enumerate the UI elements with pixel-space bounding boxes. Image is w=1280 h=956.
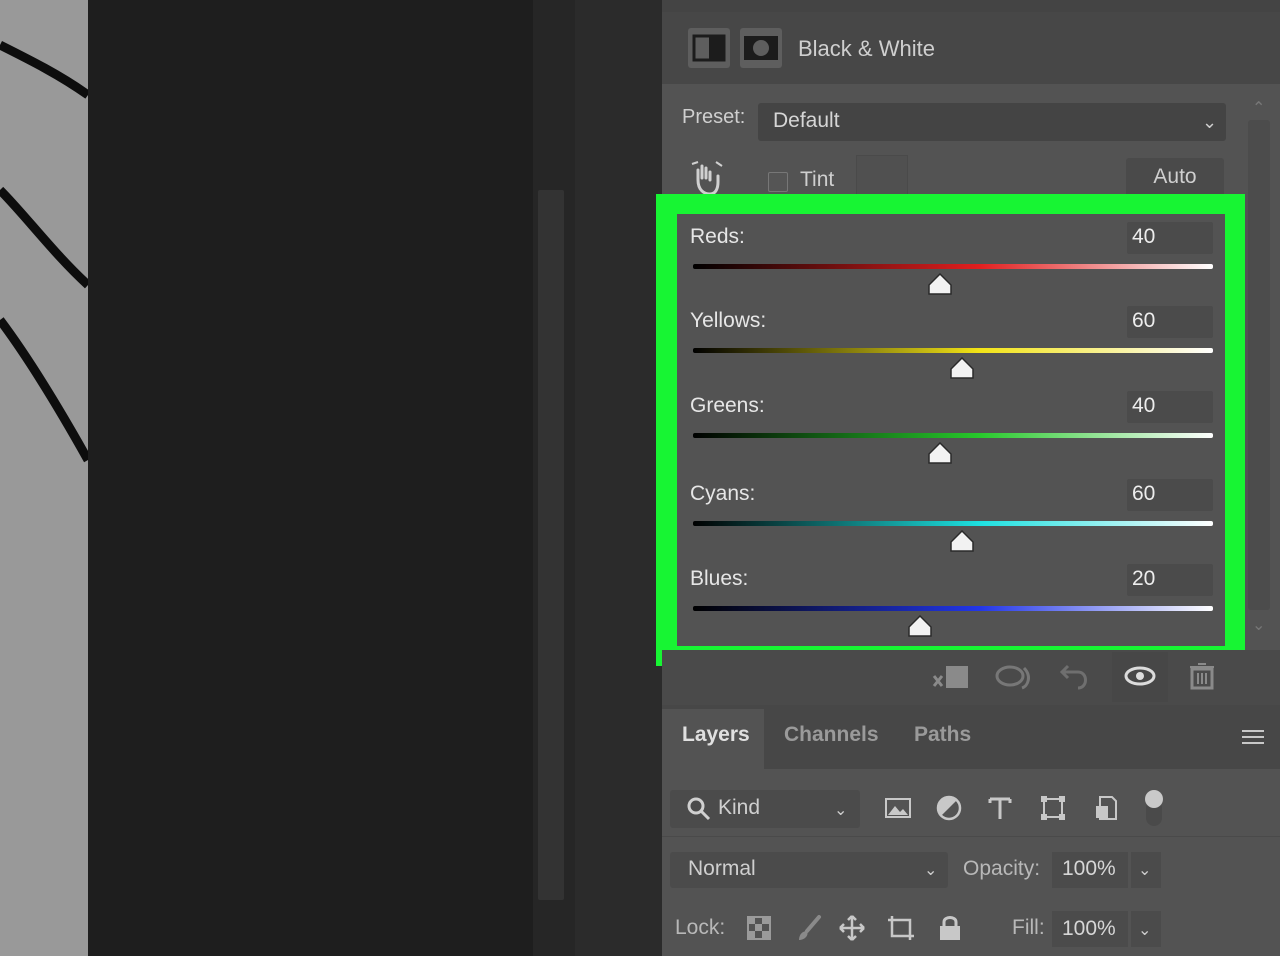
slider-track[interactable] <box>693 348 1213 353</box>
chevron-down-icon: ⌄ <box>1202 112 1218 132</box>
slider-label: Cyans: <box>690 482 756 505</box>
smart-object-filter-icon[interactable] <box>1092 794 1120 822</box>
filter-toggle[interactable] <box>1145 790 1163 808</box>
slider-thumb[interactable] <box>949 356 975 379</box>
blend-mode-value: Normal <box>688 857 756 880</box>
brush-icon[interactable] <box>795 914 823 942</box>
opacity-value: 100% <box>1062 857 1116 880</box>
artboard-icon[interactable] <box>886 914 914 942</box>
slider-label: Reds: <box>690 225 745 248</box>
search-icon <box>686 796 712 822</box>
slider-label: Greens: <box>690 394 765 417</box>
slider-thumb[interactable] <box>949 529 975 552</box>
slider-track[interactable] <box>693 606 1213 611</box>
targeted-adjustment-hand-icon[interactable] <box>690 160 726 196</box>
slider-label: Yellows: <box>690 309 767 332</box>
auto-button[interactable]: Auto <box>1126 158 1224 196</box>
slider-value: 60 <box>1132 309 1156 332</box>
trash-icon[interactable] <box>1188 662 1216 695</box>
move-icon[interactable] <box>838 914 866 942</box>
tab-layers[interactable]: Layers <box>682 723 750 747</box>
slider-value: 60 <box>1132 482 1156 505</box>
eye-icon[interactable] <box>1124 664 1156 693</box>
slider-thumb[interactable] <box>927 272 953 295</box>
chevron-down-icon: ⌄ <box>1138 862 1152 879</box>
chevron-down-icon: ⌄ <box>834 802 848 819</box>
gutter-scrollbar[interactable] <box>538 190 564 900</box>
layer-mask-icon[interactable] <box>740 28 782 68</box>
pixel-layer-filter-icon[interactable] <box>884 794 912 822</box>
fill-label: Fill: <box>1012 916 1045 939</box>
slider-track[interactable] <box>693 433 1213 438</box>
view-previous-state-icon[interactable] <box>994 662 1034 699</box>
canvas-strokes <box>0 40 88 463</box>
slider-value: 20 <box>1132 567 1156 590</box>
shape-layer-filter-icon[interactable] <box>1039 794 1067 822</box>
reset-icon[interactable] <box>1058 662 1092 699</box>
filter-kind-value: Kind <box>718 796 761 819</box>
fill-value: 100% <box>1062 917 1116 940</box>
tint-checkbox[interactable] <box>768 172 788 192</box>
slider-track[interactable] <box>693 264 1213 269</box>
panel-dock-column <box>575 0 662 956</box>
properties-top-bar <box>662 0 1280 12</box>
preset-value: Default <box>773 109 840 132</box>
slider-thumb[interactable] <box>907 614 933 637</box>
clip-to-layer-icon[interactable] <box>930 662 970 699</box>
slider-thumb[interactable] <box>927 441 953 464</box>
lock-transparent-pixels-icon[interactable] <box>745 914 773 942</box>
chevron-down-icon[interactable]: ⌄ <box>1252 615 1265 635</box>
tab-paths[interactable]: Paths <box>914 723 971 747</box>
opacity-label: Opacity: <box>963 857 1041 880</box>
chevron-down-icon: ⌄ <box>924 862 938 879</box>
chevron-up-icon[interactable]: ⌃ <box>1252 98 1265 118</box>
slider-value: 40 <box>1132 225 1156 248</box>
slider-track[interactable] <box>693 521 1213 526</box>
lock-label: Lock: <box>675 916 726 939</box>
type-layer-filter-icon[interactable] <box>986 794 1014 822</box>
tab-channels[interactable]: Channels <box>784 723 879 747</box>
adjustment-layer-icon[interactable] <box>688 28 730 68</box>
tint-label: Tint <box>800 168 835 191</box>
panel-menu-icon[interactable] <box>1242 728 1264 746</box>
slider-label: Blues: <box>690 567 749 590</box>
canvas-image <box>0 0 88 956</box>
tint-color-swatch[interactable] <box>856 155 908 197</box>
adjustment-title: Black & White <box>798 36 935 61</box>
divider <box>662 836 1280 837</box>
adjustment-layer-filter-icon[interactable] <box>935 794 963 822</box>
document-area <box>88 0 533 956</box>
slider-value: 40 <box>1132 394 1156 417</box>
preset-label: Preset: <box>682 106 746 128</box>
chevron-down-icon: ⌄ <box>1138 922 1152 939</box>
lock-icon[interactable] <box>936 914 964 942</box>
properties-scrollbar[interactable] <box>1248 120 1270 610</box>
